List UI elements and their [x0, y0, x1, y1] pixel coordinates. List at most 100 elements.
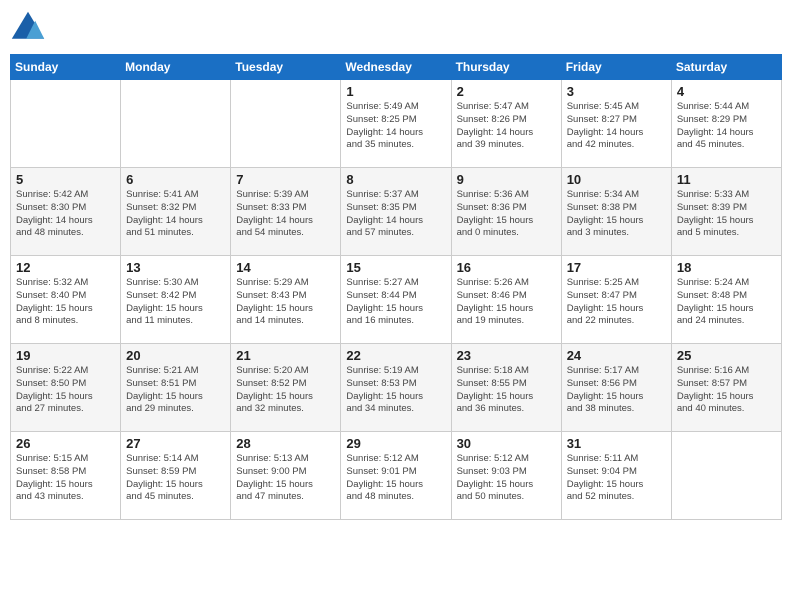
day-number: 27 [126, 436, 225, 451]
day-info: Sunrise: 5:15 AM Sunset: 8:58 PM Dayligh… [16, 453, 115, 504]
day-info: Sunrise: 5:27 AM Sunset: 8:44 PM Dayligh… [346, 277, 445, 328]
calendar-cell: 14Sunrise: 5:29 AM Sunset: 8:43 PM Dayli… [231, 256, 341, 344]
day-number: 6 [126, 172, 225, 187]
calendar-cell: 25 Sunrise: 5:16 AM Sunset: 8:57 PM Dayli… [671, 344, 781, 432]
day-info: Sunrise: 5:32 AM Sunset: 8:40 PM Dayligh… [16, 277, 115, 328]
calendar-cell [671, 432, 781, 520]
day-info: Sunrise: 5:44 AM Sunset: 8:29 PM Dayligh… [677, 101, 776, 152]
calendar-cell: 28 Sunrise: 5:13 AM Sunset: 9:00 PM Dayli… [231, 432, 341, 520]
calendar-cell: 21Sunrise: 5:20 AM Sunset: 8:52 PM Dayli… [231, 344, 341, 432]
day-number: 31 [567, 436, 666, 451]
calendar-cell: 9Sunrise: 5:36 AM Sunset: 8:36 PM Daylig… [451, 168, 561, 256]
calendar-cell: 30 Sunrise: 5:12 AM Sunset: 9:03 PM Dayli… [451, 432, 561, 520]
day-number: 23 [457, 348, 556, 363]
day-info: Sunrise: 5:47 AM Sunset: 8:26 PM Dayligh… [457, 101, 556, 152]
day-info: Sunrise: 5:34 AM Sunset: 8:38 PM Dayligh… [567, 189, 666, 240]
day-number: 26 [16, 436, 115, 451]
calendar-week-row: 1 Sunrise: 5:49 AM Sunset: 8:25 PM Daylig… [11, 80, 782, 168]
calendar-week-row: 26 Sunrise: 5:15 AM Sunset: 8:58 PM Dayli… [11, 432, 782, 520]
day-number: 11 [677, 172, 776, 187]
day-number: 2 [457, 84, 556, 99]
calendar-cell: 27 Sunrise: 5:14 AM Sunset: 8:59 PM Dayli… [121, 432, 231, 520]
weekday-header-row: SundayMondayTuesdayWednesdayThursdayFrid… [11, 55, 782, 80]
weekday-header-saturday: Saturday [671, 55, 781, 80]
day-number: 1 [346, 84, 445, 99]
calendar-cell: 16 Sunrise: 5:26 AM Sunset: 8:46 PM Dayli… [451, 256, 561, 344]
day-info: Sunrise: 5:14 AM Sunset: 8:59 PM Dayligh… [126, 453, 225, 504]
day-info: Sunrise: 5:12 AM Sunset: 9:01 PM Dayligh… [346, 453, 445, 504]
calendar-cell: 4 Sunrise: 5:44 AM Sunset: 8:29 PM Daylig… [671, 80, 781, 168]
day-info: Sunrise: 5:21 AM Sunset: 8:51 PM Dayligh… [126, 365, 225, 416]
calendar-week-row: 5 Sunrise: 5:42 AM Sunset: 8:30 PM Daylig… [11, 168, 782, 256]
calendar-cell: 1 Sunrise: 5:49 AM Sunset: 8:25 PM Daylig… [341, 80, 451, 168]
day-info: Sunrise: 5:26 AM Sunset: 8:46 PM Dayligh… [457, 277, 556, 328]
day-info: Sunrise: 5:45 AM Sunset: 8:27 PM Dayligh… [567, 101, 666, 152]
day-number: 18 [677, 260, 776, 275]
day-number: 4 [677, 84, 776, 99]
calendar-cell: 3 Sunrise: 5:45 AM Sunset: 8:27 PM Daylig… [561, 80, 671, 168]
day-info: Sunrise: 5:11 AM Sunset: 9:04 PM Dayligh… [567, 453, 666, 504]
day-info: Sunrise: 5:33 AM Sunset: 8:39 PM Dayligh… [677, 189, 776, 240]
day-number: 15 [346, 260, 445, 275]
day-info: Sunrise: 5:49 AM Sunset: 8:25 PM Dayligh… [346, 101, 445, 152]
calendar-cell [231, 80, 341, 168]
weekday-header-sunday: Sunday [11, 55, 121, 80]
day-number: 12 [16, 260, 115, 275]
day-info: Sunrise: 5:41 AM Sunset: 8:32 PM Dayligh… [126, 189, 225, 240]
day-number: 5 [16, 172, 115, 187]
day-info: Sunrise: 5:37 AM Sunset: 8:35 PM Dayligh… [346, 189, 445, 240]
day-info: Sunrise: 5:13 AM Sunset: 9:00 PM Dayligh… [236, 453, 335, 504]
day-info: Sunrise: 5:22 AM Sunset: 8:50 PM Dayligh… [16, 365, 115, 416]
day-number: 3 [567, 84, 666, 99]
calendar-cell [11, 80, 121, 168]
page-header [10, 10, 782, 46]
day-number: 29 [346, 436, 445, 451]
calendar-cell: 23 Sunrise: 5:18 AM Sunset: 8:55 PM Dayli… [451, 344, 561, 432]
calendar-cell: 19 Sunrise: 5:22 AM Sunset: 8:50 PM Dayli… [11, 344, 121, 432]
calendar-cell: 31 Sunrise: 5:11 AM Sunset: 9:04 PM Dayli… [561, 432, 671, 520]
day-info: Sunrise: 5:42 AM Sunset: 8:30 PM Dayligh… [16, 189, 115, 240]
calendar-cell: 5 Sunrise: 5:42 AM Sunset: 8:30 PM Daylig… [11, 168, 121, 256]
day-number: 7 [236, 172, 335, 187]
logo-icon [10, 10, 46, 46]
day-info: Sunrise: 5:17 AM Sunset: 8:56 PM Dayligh… [567, 365, 666, 416]
day-info: Sunrise: 5:16 AM Sunset: 8:57 PM Dayligh… [677, 365, 776, 416]
calendar-cell: 29 Sunrise: 5:12 AM Sunset: 9:01 PM Dayli… [341, 432, 451, 520]
weekday-header-wednesday: Wednesday [341, 55, 451, 80]
weekday-header-friday: Friday [561, 55, 671, 80]
day-number: 20 [126, 348, 225, 363]
calendar-cell: 26 Sunrise: 5:15 AM Sunset: 8:58 PM Dayli… [11, 432, 121, 520]
day-info: Sunrise: 5:24 AM Sunset: 8:48 PM Dayligh… [677, 277, 776, 328]
day-info: Sunrise: 5:12 AM Sunset: 9:03 PM Dayligh… [457, 453, 556, 504]
day-info: Sunrise: 5:25 AM Sunset: 8:47 PM Dayligh… [567, 277, 666, 328]
day-number: 8 [346, 172, 445, 187]
day-number: 30 [457, 436, 556, 451]
calendar-cell: 18 Sunrise: 5:24 AM Sunset: 8:48 PM Dayli… [671, 256, 781, 344]
day-number: 14 [236, 260, 335, 275]
day-number: 13 [126, 260, 225, 275]
day-number: 19 [16, 348, 115, 363]
day-number: 16 [457, 260, 556, 275]
day-number: 22 [346, 348, 445, 363]
day-info: Sunrise: 5:19 AM Sunset: 8:53 PM Dayligh… [346, 365, 445, 416]
calendar-cell [121, 80, 231, 168]
calendar-cell: 10 Sunrise: 5:34 AM Sunset: 8:38 PM Dayli… [561, 168, 671, 256]
day-info: Sunrise: 5:39 AM Sunset: 8:33 PM Dayligh… [236, 189, 335, 240]
calendar-cell: 6 Sunrise: 5:41 AM Sunset: 8:32 PM Daylig… [121, 168, 231, 256]
weekday-header-monday: Monday [121, 55, 231, 80]
calendar-cell: 17Sunrise: 5:25 AM Sunset: 8:47 PM Dayli… [561, 256, 671, 344]
day-number: 24 [567, 348, 666, 363]
day-info: Sunrise: 5:18 AM Sunset: 8:55 PM Dayligh… [457, 365, 556, 416]
calendar-cell: 15 Sunrise: 5:27 AM Sunset: 8:44 PM Dayli… [341, 256, 451, 344]
day-number: 28 [236, 436, 335, 451]
day-info: Sunrise: 5:20 AM Sunset: 8:52 PM Dayligh… [236, 365, 335, 416]
calendar-cell: 7 Sunrise: 5:39 AM Sunset: 8:33 PM Daylig… [231, 168, 341, 256]
calendar-table: SundayMondayTuesdayWednesdayThursdayFrid… [10, 54, 782, 520]
day-info: Sunrise: 5:36 AM Sunset: 8:36 PM Dayligh… [457, 189, 556, 240]
day-number: 25 [677, 348, 776, 363]
calendar-cell: 2 Sunrise: 5:47 AM Sunset: 8:26 PM Daylig… [451, 80, 561, 168]
calendar-cell: 12 Sunrise: 5:32 AM Sunset: 8:40 PM Dayli… [11, 256, 121, 344]
logo [10, 10, 50, 46]
calendar-cell: 24 Sunrise: 5:17 AM Sunset: 8:56 PM Dayli… [561, 344, 671, 432]
day-number: 10 [567, 172, 666, 187]
